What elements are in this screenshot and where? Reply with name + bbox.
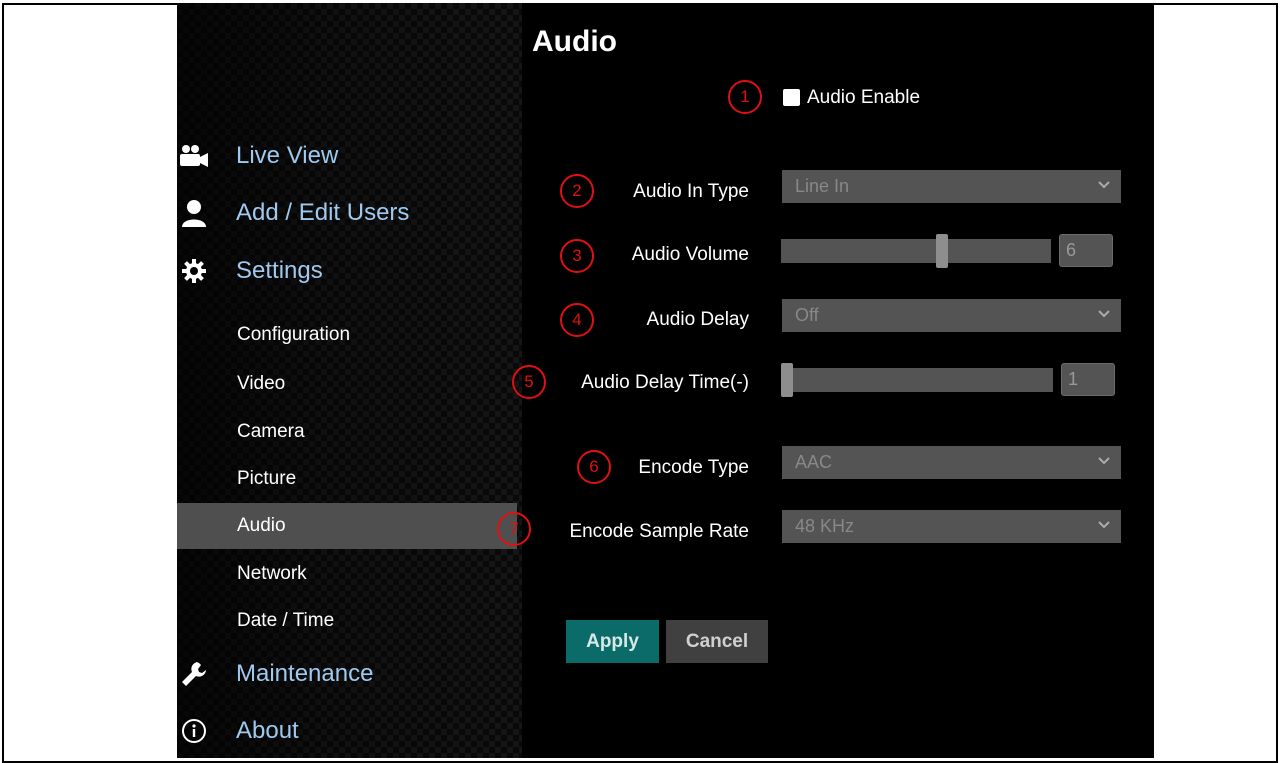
app-window: Audio Live View Add / Edit Users Setting… (177, 3, 1154, 758)
encode-sample-rate-select[interactable]: 48 KHz (782, 510, 1121, 543)
sidebar-subitem-video[interactable]: Video (177, 367, 517, 401)
sidebar-subitem-label: Audio (237, 515, 286, 536)
sidebar-item-label: Settings (236, 257, 323, 284)
audio-volume-slider[interactable] (781, 234, 1051, 268)
audio-delay-select[interactable]: Off (782, 299, 1121, 332)
encode-sample-rate-label: Encode Sample Rate (569, 521, 749, 542)
sidebar-item-settings[interactable]: Settings (177, 251, 522, 291)
apply-button[interactable]: Apply (566, 620, 659, 663)
audio-enable-label: Audio Enable (807, 87, 921, 108)
encode-type-value: AAC (795, 452, 833, 472)
sidebar-subitem-label: Picture (237, 468, 297, 489)
video-camera-icon (179, 141, 209, 171)
encode-type-label: Encode Type (638, 457, 749, 478)
sidebar-subitem-picture[interactable]: Picture (177, 462, 517, 496)
sidebar-item-label: Add / Edit Users (236, 199, 410, 226)
encode-sample-rate-value: 48 KHz (795, 516, 855, 536)
chevron-down-icon (1098, 310, 1110, 318)
audio-delay-value: Off (795, 305, 819, 325)
callout-2: 2 (560, 174, 594, 208)
gear-icon (179, 256, 209, 286)
sidebar-subitem-label: Video (237, 373, 286, 394)
audio-volume-slider-handle[interactable] (936, 234, 948, 268)
sidebar-item-about[interactable]: About (177, 711, 522, 751)
audio-delay-time-slider[interactable] (781, 363, 1053, 397)
chevron-down-icon (1098, 457, 1110, 465)
audio-volume-label: Audio Volume (631, 244, 749, 265)
sidebar-item-label: Maintenance (236, 660, 374, 687)
sidebar-subitem-label: Camera (237, 421, 305, 442)
audio-in-type-value: Line In (795, 176, 850, 196)
audio-in-type-select[interactable]: Line In (782, 170, 1121, 203)
audio-in-type-label: Audio In Type (633, 181, 749, 202)
sidebar-item-maintenance[interactable]: Maintenance (177, 654, 522, 694)
user-icon (179, 198, 209, 228)
page-title: Audio (532, 25, 617, 58)
sidebar-subitem-audio[interactable]: Audio (177, 503, 517, 549)
callout-6: 6 (577, 450, 611, 484)
chevron-down-icon (1098, 521, 1110, 529)
audio-delay-label: Audio Delay (646, 309, 749, 330)
sidebar-subitem-label: Date / Time (237, 610, 335, 631)
audio-enable-checkbox[interactable] (783, 89, 800, 106)
chevron-down-icon (1098, 181, 1110, 189)
sidebar-item-label: About (236, 717, 299, 744)
callout-1: 1 (728, 80, 762, 114)
callout-4: 4 (560, 303, 594, 337)
audio-delay-time-label: Audio Delay Time(-) (581, 372, 749, 393)
sidebar-subitem-camera[interactable]: Camera (177, 415, 517, 449)
sidebar-item-add-edit-users[interactable]: Add / Edit Users (177, 193, 522, 233)
cancel-button[interactable]: Cancel (666, 620, 768, 663)
callout-5: 5 (512, 365, 546, 399)
audio-volume-value[interactable]: 6 (1059, 234, 1113, 267)
sidebar-subitem-network[interactable]: Network (177, 557, 517, 591)
callout-3: 3 (560, 239, 594, 273)
sidebar-item-label: Live View (236, 142, 339, 169)
callout-7: 7 (497, 512, 531, 546)
info-icon (179, 716, 209, 746)
encode-type-select[interactable]: AAC (782, 446, 1121, 479)
sidebar-subitem-label: Configuration (237, 324, 351, 345)
audio-delay-time-value[interactable]: 1 (1061, 363, 1115, 396)
sidebar-item-live-view[interactable]: Live View (177, 136, 522, 176)
wrench-icon (179, 659, 209, 689)
sidebar-subitem-label: Network (237, 563, 307, 584)
sidebar-subitem-configuration[interactable]: Configuration (177, 318, 517, 352)
sidebar-subitem-date-time[interactable]: Date / Time (177, 604, 517, 638)
audio-delay-time-slider-handle[interactable] (781, 363, 793, 397)
